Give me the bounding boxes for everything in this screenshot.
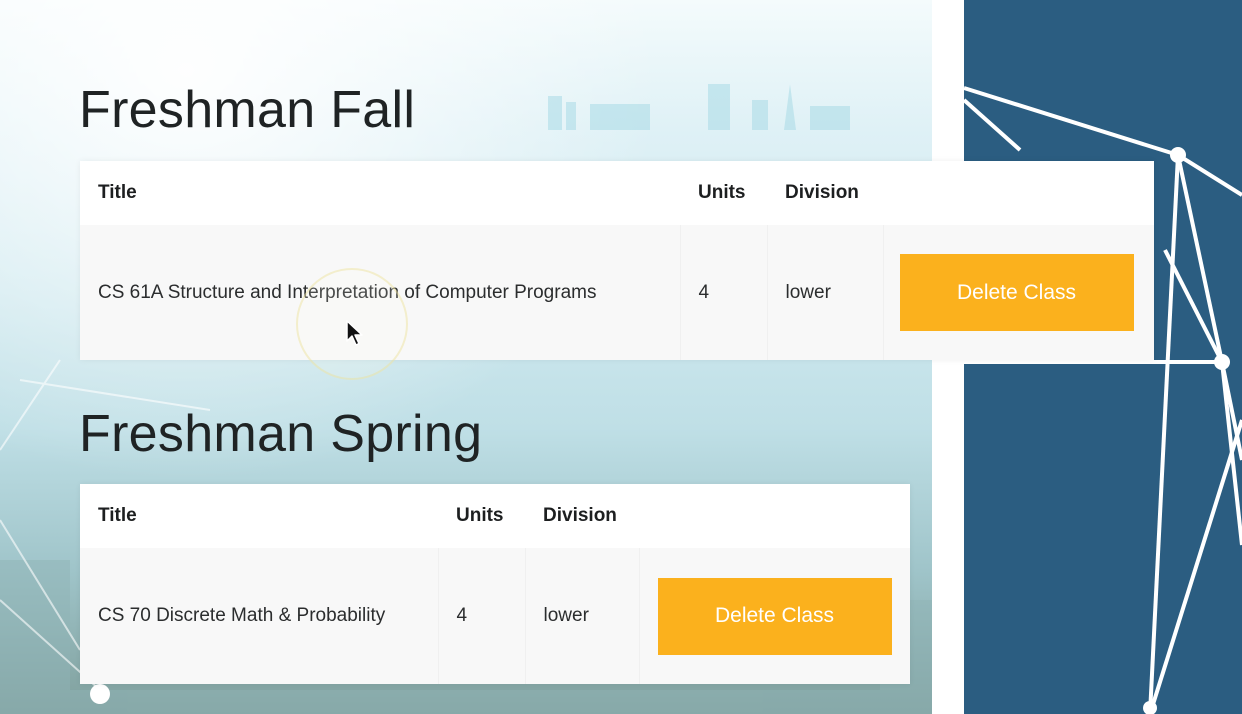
table-row: CS 70 Discrete Math & Probability 4 lowe… [80, 548, 910, 684]
column-header-units: Units [680, 161, 767, 225]
column-header-division: Division [767, 161, 883, 225]
class-action-cell: Delete Class [882, 225, 1154, 360]
class-units-cell: 4 [437, 548, 525, 684]
class-table-freshman-spring: Title Units Division CS 70 Discrete Math… [80, 484, 910, 684]
table-row: CS 61A Structure and Interpretation of C… [80, 225, 1154, 360]
class-division-cell: lower [524, 548, 639, 684]
class-table-freshman-fall: Title Units Division CS 61A Structure an… [80, 161, 1154, 360]
class-title-cell: CS 70 Discrete Math & Probability [80, 548, 438, 684]
section-heading-freshman-spring: Freshman Spring [79, 405, 483, 463]
column-header-title: Title [80, 161, 680, 225]
class-action-cell: Delete Class [638, 548, 910, 684]
column-header-action [639, 484, 910, 548]
mouse-cursor-icon [346, 320, 363, 346]
class-units-cell: 4 [679, 225, 767, 360]
column-header-division: Division [525, 484, 639, 548]
column-header-action [883, 161, 1154, 225]
table-header-row: Title Units Division [80, 484, 910, 548]
section-heading-freshman-fall: Freshman Fall [79, 81, 416, 139]
column-header-title: Title [80, 484, 438, 548]
delete-class-button[interactable]: Delete Class [657, 577, 892, 655]
delete-class-button[interactable]: Delete Class [899, 254, 1134, 331]
column-header-units: Units [438, 484, 525, 548]
class-division-cell: lower [766, 225, 883, 360]
table-header-row: Title Units Division [80, 161, 1154, 225]
